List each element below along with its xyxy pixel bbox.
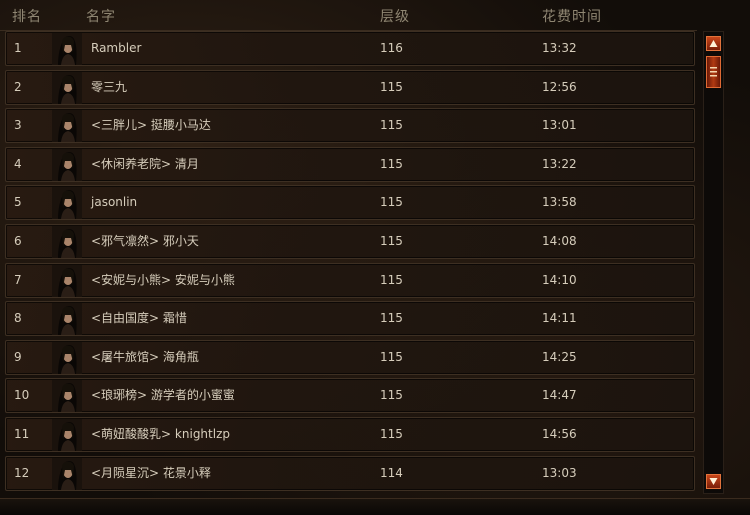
leaderboard-row-12[interactable]: 12 <月陨星沉> 花景小释 114 13:03 (5, 455, 695, 491)
row-level: 115 (380, 388, 403, 403)
hero-portrait[interactable] (52, 33, 82, 65)
row-time: 14:56 (542, 427, 577, 441)
row-time: 14:10 (542, 272, 577, 287)
leaderboard-row-9[interactable]: 9 <屠牛旅馆> 海角瓶 115 14:25 (5, 339, 695, 375)
header-time[interactable]: 花费时间 (542, 6, 602, 26)
row-time: 14:25 (542, 349, 577, 364)
row-level: 115 (380, 234, 403, 248)
row-rank: 12 (14, 465, 30, 480)
row-name[interactable]: 零三九 (91, 71, 127, 104)
row-rank: 10 (14, 388, 30, 403)
hero-portrait-icon (52, 303, 82, 336)
row-time: 13:01 (542, 118, 577, 133)
row-rank: 9 (14, 349, 22, 364)
header-rank[interactable]: 排名 (12, 6, 42, 26)
leaderboard-row-5[interactable]: 5 jasonlin 115 13:58 (5, 185, 695, 221)
hero-portrait[interactable] (52, 148, 82, 181)
hero-portrait-icon (52, 187, 82, 220)
row-level: 116 (380, 41, 403, 55)
row-rank: 4 (14, 156, 22, 171)
row-name[interactable]: <休闲养老院> 清月 (91, 148, 199, 181)
row-level: 115 (380, 272, 403, 287)
leaderboard-panel: 排名 名字 层级 花费时间 1 Rambler 116 13:32 2 零三九 … (0, 0, 750, 515)
hero-portrait[interactable] (52, 303, 82, 336)
row-name[interactable]: <三胖儿> 挺腰小马达 (91, 109, 211, 142)
leaderboard-row-3[interactable]: 3 <三胖儿> 挺腰小马达 115 13:01 (5, 108, 695, 144)
row-name[interactable]: <安妮与小熊> 安妮与小熊 (91, 264, 235, 297)
scroll-thumb[interactable] (706, 56, 721, 88)
row-name[interactable]: <月陨星沉> 花景小释 (91, 457, 211, 490)
row-level: 115 (380, 79, 403, 94)
row-name[interactable]: <屠牛旅馆> 海角瓶 (91, 341, 199, 374)
hero-portrait-icon (52, 33, 82, 65)
arrow-up-icon (709, 40, 718, 47)
row-name[interactable]: Rambler (91, 32, 141, 65)
leaderboard-row-10[interactable]: 10 <琅琊榜> 游学者的小蜜蜜 115 14:47 (5, 378, 695, 414)
row-rank: 8 (14, 311, 22, 326)
row-name[interactable]: <自由国度> 霜惜 (91, 302, 187, 335)
row-name[interactable]: <邪气凛然> 邪小天 (91, 225, 199, 258)
hero-portrait[interactable] (52, 341, 82, 374)
row-level: 115 (380, 118, 403, 133)
row-level: 115 (380, 349, 403, 364)
leaderboard-row-1[interactable]: 1 Rambler 116 13:32 (5, 31, 695, 66)
row-level: 115 (380, 156, 403, 171)
row-time: 14:47 (542, 388, 577, 403)
arrow-down-icon (709, 478, 718, 485)
row-time: 13:32 (542, 41, 577, 55)
row-name[interactable]: jasonlin (91, 186, 137, 219)
row-time: 13:22 (542, 156, 577, 171)
row-rank: 3 (14, 118, 22, 133)
row-name[interactable]: <萌妞酸酸乳> knightlzp (91, 418, 230, 451)
row-rank: 11 (14, 427, 30, 441)
row-level: 114 (380, 465, 403, 480)
row-name[interactable]: <琅琊榜> 游学者的小蜜蜜 (91, 379, 235, 412)
leaderboard-row-2[interactable]: 2 零三九 115 12:56 (5, 69, 695, 105)
bottom-bar (0, 498, 750, 515)
row-level: 115 (380, 311, 403, 326)
row-time: 13:58 (542, 195, 577, 210)
leaderboard-row-11[interactable]: 11 <萌妞酸酸乳> knightlzp 115 14:56 (5, 417, 695, 452)
hero-portrait-icon (52, 380, 82, 413)
grip-icon (710, 67, 717, 77)
row-rank: 6 (14, 234, 22, 248)
header-name[interactable]: 名字 (86, 6, 116, 26)
leaderboard-row-4[interactable]: 4 <休闲养老院> 清月 115 13:22 (5, 146, 695, 182)
hero-portrait-icon (52, 71, 82, 104)
leaderboard-row-6[interactable]: 6 <邪气凛然> 邪小天 115 14:08 (5, 224, 695, 259)
hero-portrait[interactable] (52, 264, 82, 297)
header-level[interactable]: 层级 (380, 6, 410, 26)
row-level: 115 (380, 195, 403, 210)
leaderboard-header: 排名 名字 层级 花费时间 (0, 0, 697, 31)
leaderboard-row-7[interactable]: 7 <安妮与小熊> 安妮与小熊 115 14:10 (5, 262, 695, 298)
leaderboard-row-8[interactable]: 8 <自由国度> 霜惜 115 14:11 (5, 301, 695, 337)
hero-portrait[interactable] (52, 457, 82, 490)
row-rank: 1 (14, 41, 22, 55)
hero-portrait-icon (52, 419, 82, 451)
hero-portrait-icon (52, 226, 82, 258)
hero-portrait-icon (52, 457, 82, 490)
hero-portrait-icon (52, 148, 82, 181)
hero-portrait-icon (52, 264, 82, 297)
hero-portrait[interactable] (52, 187, 82, 220)
hero-portrait[interactable] (52, 110, 82, 143)
scroll-up-button[interactable] (706, 36, 721, 51)
row-rank: 5 (14, 195, 22, 210)
hero-portrait-icon (52, 341, 82, 374)
hero-portrait[interactable] (52, 71, 82, 104)
hero-portrait[interactable] (52, 380, 82, 413)
row-time: 14:08 (542, 234, 577, 248)
hero-portrait[interactable] (52, 419, 82, 451)
row-level: 115 (380, 427, 403, 441)
row-rank: 2 (14, 79, 22, 94)
row-time: 13:03 (542, 465, 577, 480)
scrollbar[interactable] (703, 31, 724, 494)
row-rank: 7 (14, 272, 22, 287)
row-time: 12:56 (542, 79, 577, 94)
hero-portrait-icon (52, 110, 82, 143)
scroll-down-button[interactable] (706, 474, 721, 489)
hero-portrait[interactable] (52, 226, 82, 258)
row-time: 14:11 (542, 311, 577, 326)
